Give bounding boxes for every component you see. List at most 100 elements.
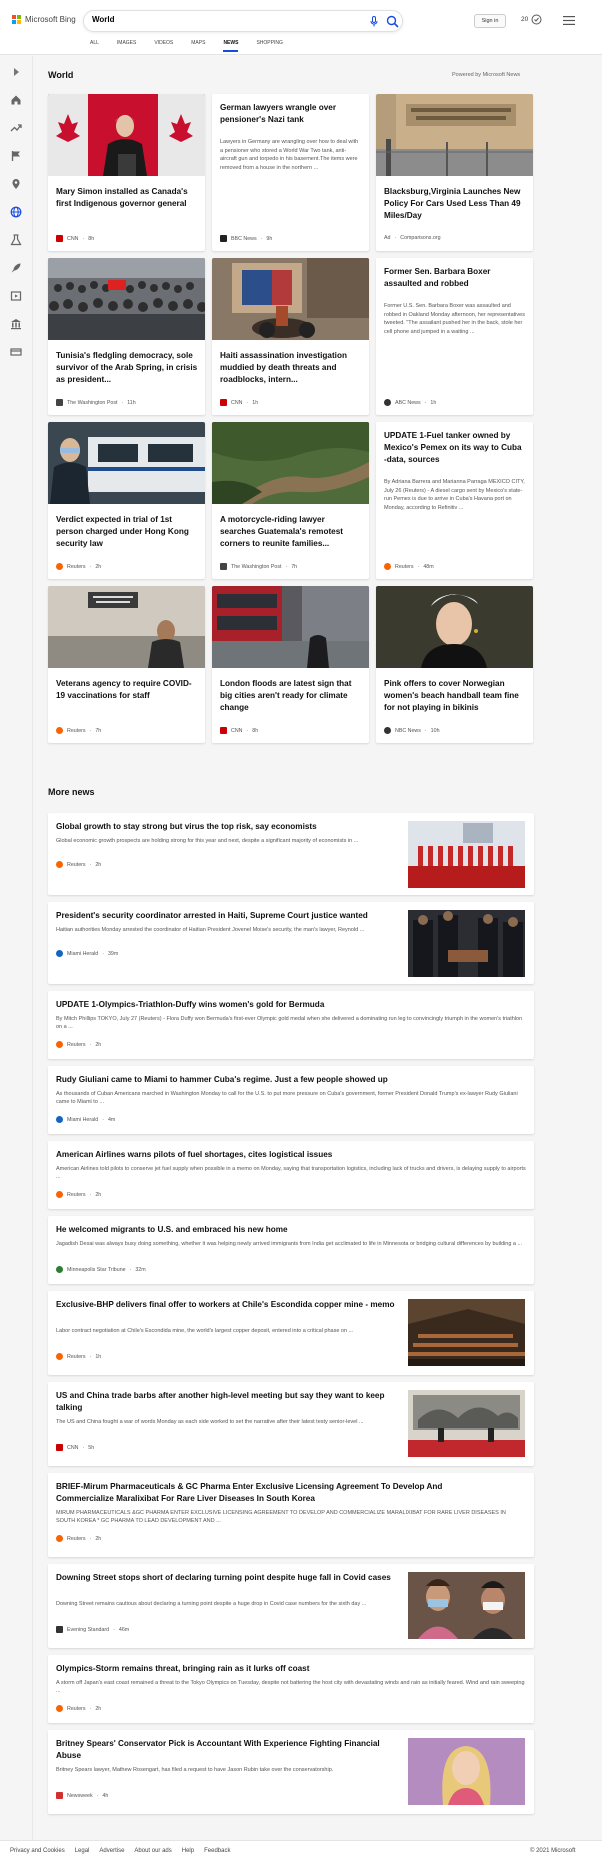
search-icon[interactable]	[386, 15, 399, 28]
footer-link-about-ads[interactable]: About our ads	[134, 1848, 171, 1854]
more-news-headline[interactable]: American Airlines warns pilots of fuel s…	[56, 1149, 526, 1161]
source-name: CNN	[231, 727, 243, 734]
expand-icon[interactable]	[10, 66, 22, 78]
source-name: Reuters	[67, 1535, 86, 1542]
more-news-source: Reuters · 2h	[56, 1705, 101, 1712]
card-headline[interactable]: Haiti assassination investigation muddie…	[220, 350, 362, 386]
card-image-haiti-street	[212, 258, 369, 340]
home-icon[interactable]	[10, 94, 22, 106]
more-news-headline[interactable]: Olympics-Storm remains threat, bringing …	[56, 1663, 526, 1675]
card-headline[interactable]: Verdict expected in trial of 1st person …	[56, 514, 198, 550]
card-headline[interactable]: Veterans agency to require COVID-19 vacc…	[56, 678, 198, 702]
card-headline[interactable]: Pink offers to cover Norwegian women's b…	[384, 678, 526, 714]
card-headline[interactable]: Former Sen. Barbara Boxer assaulted and …	[384, 266, 526, 290]
more-news-image-copper-plant	[408, 1299, 525, 1366]
more-news-image-diplomats	[408, 1390, 525, 1457]
news-card[interactable]: A motorcycle-riding lawyer searches Guat…	[212, 422, 369, 579]
tab-all[interactable]: ALL	[90, 40, 99, 52]
powered-by-label[interactable]: Powered by Microsoft News	[452, 72, 520, 78]
more-news-headline[interactable]: Downing Street stops short of declaring …	[56, 1572, 396, 1584]
search-input[interactable]	[92, 15, 352, 24]
globe-icon[interactable]	[10, 206, 22, 218]
evening-standard-logo-icon	[56, 1626, 63, 1633]
more-news-item[interactable]: Exclusive-BHP delivers final offer to wo…	[48, 1291, 534, 1375]
more-news-headline[interactable]: Global growth to stay strong but virus t…	[56, 821, 396, 833]
more-news-headline[interactable]: US and China trade barbs after another h…	[56, 1390, 396, 1414]
rocket-icon[interactable]	[10, 262, 22, 274]
news-card[interactable]: Pink offers to cover Norwegian women's b…	[376, 586, 533, 743]
footer-link-legal[interactable]: Legal	[75, 1848, 90, 1854]
more-news-headline[interactable]: He welcomed migrants to U.S. and embrace…	[56, 1224, 526, 1236]
footer-link-help[interactable]: Help	[182, 1848, 194, 1854]
card-headline[interactable]: Mary Simon installed as Canada's first I…	[56, 186, 198, 210]
more-news-image-masked-crowd	[408, 1572, 525, 1639]
more-news-item[interactable]: Downing Street stops short of declaring …	[48, 1564, 534, 1648]
reuters-logo-icon	[56, 1191, 63, 1198]
more-news-headline[interactable]: President's security coordinator arreste…	[56, 910, 396, 922]
more-news-headline[interactable]: Exclusive-BHP delivers final offer to wo…	[56, 1299, 396, 1311]
news-card[interactable]: Veterans agency to require COVID-19 vacc…	[48, 586, 205, 743]
source-dot: ·	[89, 1705, 92, 1712]
sign-in-button[interactable]: Sign in	[474, 14, 506, 28]
more-news-item[interactable]: Global growth to stay strong but virus t…	[48, 813, 534, 895]
card-headline[interactable]: A motorcycle-riding lawyer searches Guat…	[220, 514, 362, 550]
source-name: Reuters	[67, 861, 86, 868]
source-dot: ·	[89, 1353, 92, 1360]
ad-card[interactable]: Blacksburg,Virginia Launches New Policy …	[376, 94, 533, 251]
more-news-source: Reuters · 2h	[56, 1191, 101, 1198]
news-card[interactable]: Former Sen. Barbara Boxer assaulted and …	[376, 258, 533, 415]
card-headline[interactable]: German lawyers wrangle over pensioner's …	[220, 102, 362, 126]
copyright: © 2021 Microsoft	[530, 1848, 576, 1854]
microphone-icon[interactable]	[370, 16, 378, 27]
source-dot: ·	[121, 399, 124, 406]
card-headline[interactable]: UPDATE 1-Fuel tanker owned by Mexico's P…	[384, 430, 526, 466]
news-card[interactable]: Haiti assassination investigation muddie…	[212, 258, 369, 415]
location-icon[interactable]	[10, 178, 22, 190]
tab-images[interactable]: IMAGES	[117, 40, 136, 52]
tab-shopping[interactable]: SHOPPING	[256, 40, 282, 52]
source-name: NBC News	[395, 727, 421, 734]
politics-icon[interactable]	[10, 318, 22, 330]
more-news-item[interactable]: UPDATE 1-Olympics-Triathlon-Duffy wins w…	[48, 991, 534, 1059]
flag-icon[interactable]	[10, 150, 22, 162]
card-headline[interactable]: London floods are latest sign that big c…	[220, 678, 362, 714]
news-card[interactable]: German lawyers wrangle over pensioner's …	[212, 94, 369, 251]
news-card[interactable]: London floods are latest sign that big c…	[212, 586, 369, 743]
more-news-headline[interactable]: BRIEF-Mirum Pharmaceuticals & GC Pharma …	[56, 1481, 496, 1505]
news-card[interactable]: Verdict expected in trial of 1st person …	[48, 422, 205, 579]
footer-link-privacy[interactable]: Privacy and Cookies	[10, 1848, 65, 1854]
tab-maps[interactable]: MAPS	[191, 40, 205, 52]
more-news-item[interactable]: He welcomed migrants to U.S. and embrace…	[48, 1216, 534, 1284]
more-news-headline[interactable]: UPDATE 1-Olympics-Triathlon-Duffy wins w…	[56, 999, 526, 1011]
more-news-item[interactable]: American Airlines warns pilots of fuel s…	[48, 1141, 534, 1209]
more-news-headline[interactable]: Britney Spears' Conservator Pick is Acco…	[56, 1738, 396, 1762]
source-name: Reuters	[67, 563, 86, 570]
more-news-item[interactable]: President's security coordinator arreste…	[48, 902, 534, 984]
rewards-button[interactable]: 20	[521, 14, 542, 25]
cnn-logo-icon	[56, 235, 63, 242]
more-news-headline[interactable]: Rudy Giuliani came to Miami to hammer Cu…	[56, 1074, 526, 1086]
more-news-item[interactable]: BRIEF-Mirum Pharmaceuticals & GC Pharma …	[48, 1473, 534, 1557]
footer-link-feedback[interactable]: Feedback	[204, 1848, 230, 1854]
hamburger-menu-icon[interactable]	[563, 16, 575, 25]
card-description: By Adriana Barrera and Marianna Parraga …	[384, 479, 525, 511]
more-news-item[interactable]: Rudy Giuliani came to Miami to hammer Cu…	[48, 1066, 534, 1134]
trending-icon[interactable]	[10, 122, 22, 134]
news-card[interactable]: Tunisia's fledgling democracy, sole surv…	[48, 258, 205, 415]
more-news-item[interactable]: Olympics-Storm remains threat, bringing …	[48, 1655, 534, 1723]
search-box[interactable]	[83, 10, 403, 32]
footer-link-advertise[interactable]: Advertise	[99, 1848, 124, 1854]
card-headline[interactable]: Blacksburg,Virginia Launches New Policy …	[384, 186, 526, 222]
bing-logo[interactable]: Microsoft Bing	[12, 15, 76, 24]
science-icon[interactable]	[10, 234, 22, 246]
money-icon[interactable]	[10, 346, 22, 358]
more-news-item[interactable]: Britney Spears' Conservator Pick is Acco…	[48, 1730, 534, 1814]
news-card[interactable]: UPDATE 1-Fuel tanker owned by Mexico's P…	[376, 422, 533, 579]
news-card[interactable]: Mary Simon installed as Canada's first I…	[48, 94, 205, 251]
tab-videos[interactable]: VIDEOS	[154, 40, 173, 52]
tab-news[interactable]: NEWS	[223, 40, 239, 52]
card-headline[interactable]: Tunisia's fledgling democracy, sole surv…	[56, 350, 198, 386]
entertainment-icon[interactable]	[10, 290, 22, 302]
more-news-item[interactable]: US and China trade barbs after another h…	[48, 1382, 534, 1466]
card-source: CNN · 8h	[56, 235, 94, 242]
